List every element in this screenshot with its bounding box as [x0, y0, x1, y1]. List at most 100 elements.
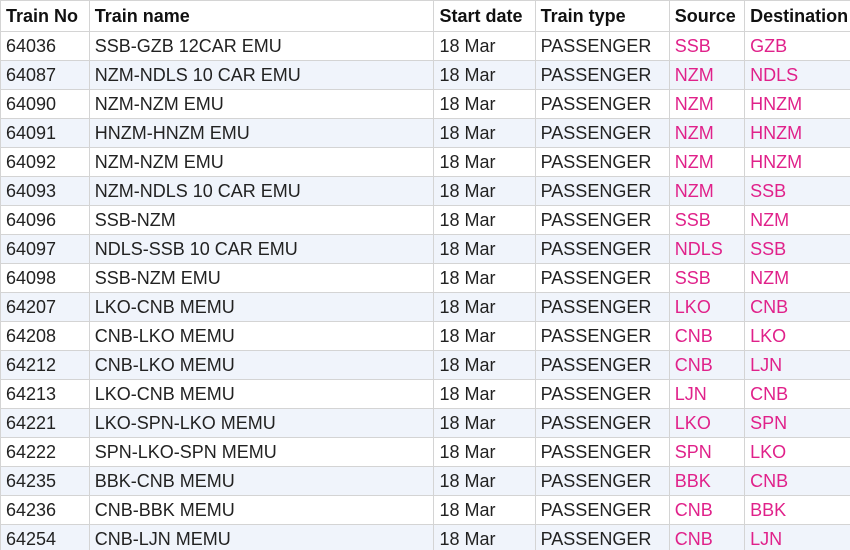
table-row[interactable]: 64235 BBK-CNB MEMU 18 Mar PASSENGER BBK CNB: [0, 466, 850, 496]
cell-train-no[interactable]: 64207: [0, 292, 90, 322]
cell-train-no[interactable]: 64036: [0, 31, 90, 61]
cell-destination: SPN: [744, 408, 850, 438]
cell-train-no[interactable]: 64097: [0, 234, 90, 264]
table-row[interactable]: 64036 SSB-GZB 12CAR EMU 18 Mar PASSENGER SSB…: [0, 31, 850, 61]
cell-train-name[interactable]: CNB-LJN MEMU: [88, 524, 435, 550]
cell-train-no[interactable]: 64212: [0, 350, 90, 380]
cell-start-date: 18 Mar: [433, 379, 536, 409]
cell-train-no[interactable]: 64096: [0, 205, 90, 235]
cell-train-no[interactable]: 64208: [0, 321, 90, 351]
cell-source: SPN: [668, 437, 746, 467]
cell-start-date: 18 Mar: [433, 437, 536, 467]
cell-train-type: PASSENGER: [534, 350, 670, 380]
cell-destination: LKO: [744, 437, 850, 467]
cell-train-name[interactable]: NZM-NZM EMU: [88, 147, 435, 177]
cell-train-type: PASSENGER: [534, 495, 670, 525]
cell-train-no[interactable]: 64092: [0, 147, 90, 177]
cell-train-type: PASSENGER: [534, 321, 670, 351]
cell-start-date: 18 Mar: [433, 89, 536, 119]
cell-train-name[interactable]: LKO-CNB MEMU: [88, 379, 435, 409]
cell-source: CNB: [668, 321, 746, 351]
table-row[interactable]: 64221 LKO-SPN-LKO MEMU 18 Mar PASSENGER LKO S…: [0, 408, 850, 438]
cell-train-type: PASSENGER: [534, 176, 670, 206]
cell-source: NZM: [668, 176, 746, 206]
cell-destination: NZM: [744, 205, 850, 235]
cell-source: NZM: [668, 89, 746, 119]
table-row[interactable]: 64087 NZM-NDLS 10 CAR EMU 18 Mar PASSENGER N…: [0, 60, 850, 90]
cell-train-no[interactable]: 64087: [0, 60, 90, 90]
cell-train-type: PASSENGER: [534, 147, 670, 177]
cell-train-no[interactable]: 64221: [0, 408, 90, 438]
header-train-name[interactable]: Train name: [88, 0, 435, 32]
cell-train-name[interactable]: NZM-NZM EMU: [88, 89, 435, 119]
table-row[interactable]: 64207 LKO-CNB MEMU 18 Mar PASSENGER LKO CNB: [0, 292, 850, 322]
cell-train-name[interactable]: CNB-BBK MEMU: [88, 495, 435, 525]
cell-start-date: 18 Mar: [433, 205, 536, 235]
table-row[interactable]: 64213 LKO-CNB MEMU 18 Mar PASSENGER LJN CNB: [0, 379, 850, 409]
table-row[interactable]: 64093 NZM-NDLS 10 CAR EMU 18 Mar PASSENGER N…: [0, 176, 850, 206]
cell-start-date: 18 Mar: [433, 176, 536, 206]
table-body: 64036 SSB-GZB 12CAR EMU 18 Mar PASSENGER SSB…: [0, 31, 850, 550]
table-row[interactable]: 64092 NZM-NZM EMU 18 Mar PASSENGER NZM HNZM: [0, 147, 850, 177]
table-row[interactable]: 64096 SSB-NZM 18 Mar PASSENGER SSB NZM: [0, 205, 850, 235]
cell-destination: HNZM: [744, 147, 850, 177]
cell-source: NZM: [668, 60, 746, 90]
cell-train-no[interactable]: 64254: [0, 524, 90, 550]
cell-train-type: PASSENGER: [534, 408, 670, 438]
cell-destination: CNB: [744, 292, 850, 322]
cell-destination: BBK: [744, 495, 850, 525]
cell-start-date: 18 Mar: [433, 292, 536, 322]
cell-train-no[interactable]: 64093: [0, 176, 90, 206]
table-row[interactable]: 64090 NZM-NZM EMU 18 Mar PASSENGER NZM HNZM: [0, 89, 850, 119]
train-table-container: Train No Train name Start date Train typ…: [0, 0, 850, 550]
cell-train-name[interactable]: CNB-LKO MEMU: [88, 350, 435, 380]
cell-start-date: 18 Mar: [433, 321, 536, 351]
cell-source: LJN: [668, 379, 746, 409]
cell-train-name[interactable]: LKO-SPN-LKO MEMU: [88, 408, 435, 438]
table-row[interactable]: 64236 CNB-BBK MEMU 18 Mar PASSENGER CNB BBK: [0, 495, 850, 525]
header-train-type[interactable]: Train type: [534, 0, 670, 32]
cell-destination: GZB: [744, 31, 850, 61]
cell-train-name[interactable]: HNZM-HNZM EMU: [88, 118, 435, 148]
train-table: Train No Train name Start date Train typ…: [0, 0, 850, 550]
cell-train-type: PASSENGER: [534, 524, 670, 550]
table-row[interactable]: 64098 SSB-NZM EMU 18 Mar PASSENGER SSB NZM: [0, 263, 850, 293]
cell-destination: LJN: [744, 524, 850, 550]
cell-train-name[interactable]: NZM-NDLS 10 CAR EMU: [88, 176, 435, 206]
cell-train-name[interactable]: SPN-LKO-SPN MEMU: [88, 437, 435, 467]
cell-train-name[interactable]: SSB-GZB 12CAR EMU: [88, 31, 435, 61]
cell-train-no[interactable]: 64222: [0, 437, 90, 467]
table-row[interactable]: 64212 CNB-LKO MEMU 18 Mar PASSENGER CNB LJN: [0, 350, 850, 380]
cell-train-type: PASSENGER: [534, 31, 670, 61]
cell-train-no[interactable]: 64091: [0, 118, 90, 148]
cell-start-date: 18 Mar: [433, 31, 536, 61]
cell-destination: NDLS: [744, 60, 850, 90]
cell-train-name[interactable]: CNB-LKO MEMU: [88, 321, 435, 351]
cell-train-type: PASSENGER: [534, 379, 670, 409]
cell-train-no[interactable]: 64236: [0, 495, 90, 525]
table-row[interactable]: 64097 NDLS-SSB 10 CAR EMU 18 Mar PASSENGER N…: [0, 234, 850, 264]
table-row[interactable]: 64222 SPN-LKO-SPN MEMU 18 Mar PASSENGER SPN L…: [0, 437, 850, 467]
header-destination[interactable]: Destination: [744, 0, 850, 32]
cell-train-name[interactable]: SSB-NZM EMU: [88, 263, 435, 293]
cell-train-no[interactable]: 64235: [0, 466, 90, 496]
cell-train-name[interactable]: NZM-NDLS 10 CAR EMU: [88, 60, 435, 90]
table-row[interactable]: 64091 HNZM-HNZM EMU 18 Mar PASSENGER NZM HNZM: [0, 118, 850, 148]
table-row[interactable]: 64208 CNB-LKO MEMU 18 Mar PASSENGER CNB LKO: [0, 321, 850, 351]
cell-train-type: PASSENGER: [534, 466, 670, 496]
cell-train-no[interactable]: 64090: [0, 89, 90, 119]
cell-train-no[interactable]: 64098: [0, 263, 90, 293]
cell-train-name[interactable]: NDLS-SSB 10 CAR EMU: [88, 234, 435, 264]
cell-train-name[interactable]: SSB-NZM: [88, 205, 435, 235]
cell-train-type: PASSENGER: [534, 292, 670, 322]
header-train-no[interactable]: Train No: [0, 0, 90, 32]
table-row[interactable]: 64254 CNB-LJN MEMU 18 Mar PASSENGER CNB LJN: [0, 524, 850, 550]
cell-start-date: 18 Mar: [433, 408, 536, 438]
cell-train-name[interactable]: LKO-CNB MEMU: [88, 292, 435, 322]
cell-train-no[interactable]: 64213: [0, 379, 90, 409]
cell-destination: NZM: [744, 263, 850, 293]
cell-start-date: 18 Mar: [433, 495, 536, 525]
header-start-date[interactable]: Start date: [433, 0, 536, 32]
cell-train-name[interactable]: BBK-CNB MEMU: [88, 466, 435, 496]
header-source[interactable]: Source: [668, 0, 746, 32]
